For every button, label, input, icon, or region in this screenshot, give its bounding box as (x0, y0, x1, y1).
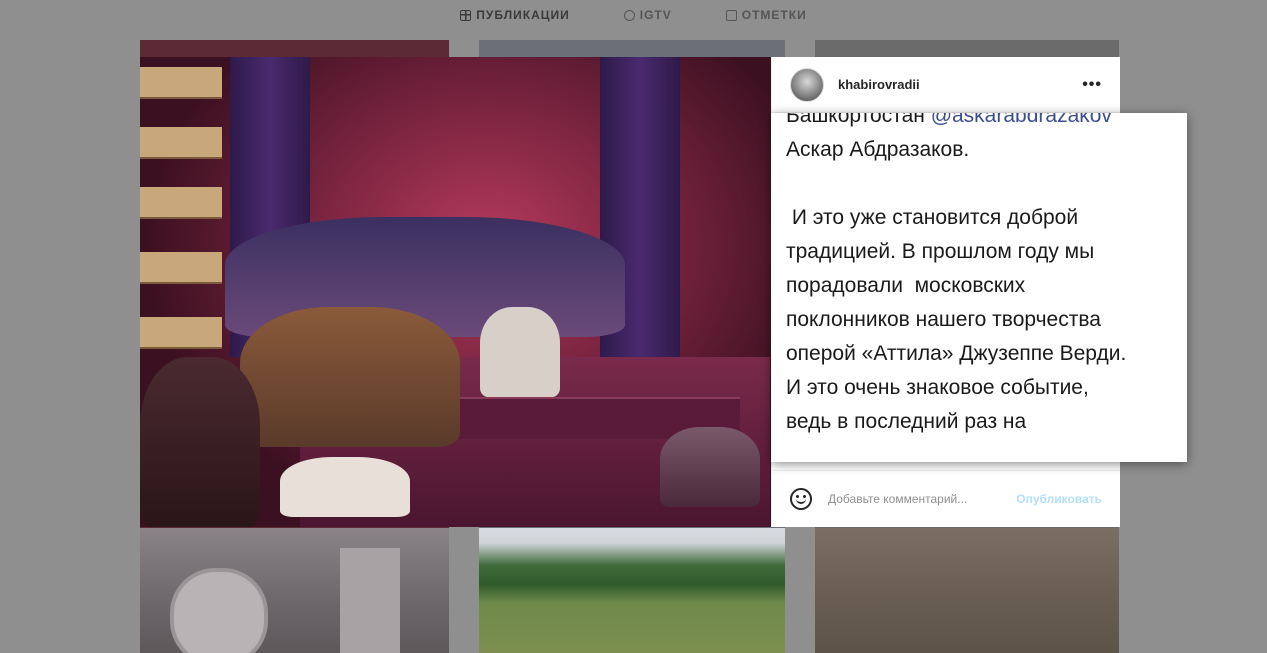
photo-balcony (140, 127, 222, 159)
grid-thumbnail-landscape[interactable] (479, 528, 785, 653)
thumbnail-shape (340, 548, 400, 653)
tab-publications-label: ПУБЛИКАЦИИ (476, 8, 570, 22)
photo-horse (480, 307, 560, 397)
grid-thumbnail-field[interactable] (815, 528, 1119, 653)
caption-line: И это очень знаковое событие, (786, 376, 1089, 399)
caption-line: Аскар Абдразаков. (786, 138, 970, 161)
post-caption: Башкортостан @askarabdrazakov Аскар Абдр… (786, 113, 1181, 439)
photo-balcony (140, 187, 222, 219)
post-photo[interactable] (140, 57, 771, 527)
tab-tagged[interactable]: ОТМЕТКИ (725, 8, 807, 22)
photo-balcony (140, 252, 222, 284)
caption-text: Башкортостан (786, 113, 931, 127)
grid-thumbnail[interactable] (140, 528, 449, 653)
igtv-icon (623, 9, 635, 21)
more-options-icon[interactable]: ••• (1082, 76, 1102, 94)
tab-tagged-label: ОТМЕТКИ (741, 8, 807, 22)
photo-cast (240, 307, 460, 447)
photo-balcony (140, 67, 222, 99)
caption-line: оперой «Аттила» Джузеппе Верди. (786, 342, 1127, 365)
tab-igtv[interactable]: IGTV (623, 8, 672, 22)
tab-igtv-label: IGTV (639, 8, 672, 22)
thumbnail-shape (170, 568, 268, 653)
photo-balcony (140, 317, 222, 349)
tag-icon (725, 9, 737, 21)
comment-input[interactable]: Добавьте комментарий... (828, 492, 967, 506)
photo-table (280, 457, 410, 517)
caption-zoom-box: Башкортостан @askarabdrazakov Аскар Абдр… (771, 113, 1187, 462)
photo-cast (660, 427, 760, 507)
caption-line: Башкортостан @askarabdrazakov (786, 113, 1181, 133)
caption-line: порадовали московских (786, 274, 1026, 297)
publish-button[interactable]: Опубликовать (1016, 492, 1102, 506)
comment-bar: Добавьте комментарий... Опубликовать (772, 470, 1120, 527)
caption-mention-link[interactable]: @askarabdrazakov (931, 113, 1112, 127)
caption-line: И это уже становится доброй (786, 206, 1079, 229)
tab-publications[interactable]: ПУБЛИКАЦИИ (460, 8, 569, 22)
post-username[interactable]: khabirovradii (838, 77, 920, 92)
emoji-icon[interactable] (790, 488, 812, 510)
photo-audience (140, 357, 260, 527)
caption-line: поклонников нашего творчества (786, 308, 1101, 331)
grid-icon (460, 9, 472, 21)
post-header: khabirovradii ••• (772, 57, 1120, 113)
caption-line: ведь в последний раз на (786, 410, 1027, 433)
avatar[interactable] (790, 67, 824, 102)
caption-line: традицией. В прошлом году мы (786, 240, 1095, 263)
profile-tabs: ПУБЛИКАЦИИ IGTV ОТМЕТКИ (0, 0, 1267, 30)
